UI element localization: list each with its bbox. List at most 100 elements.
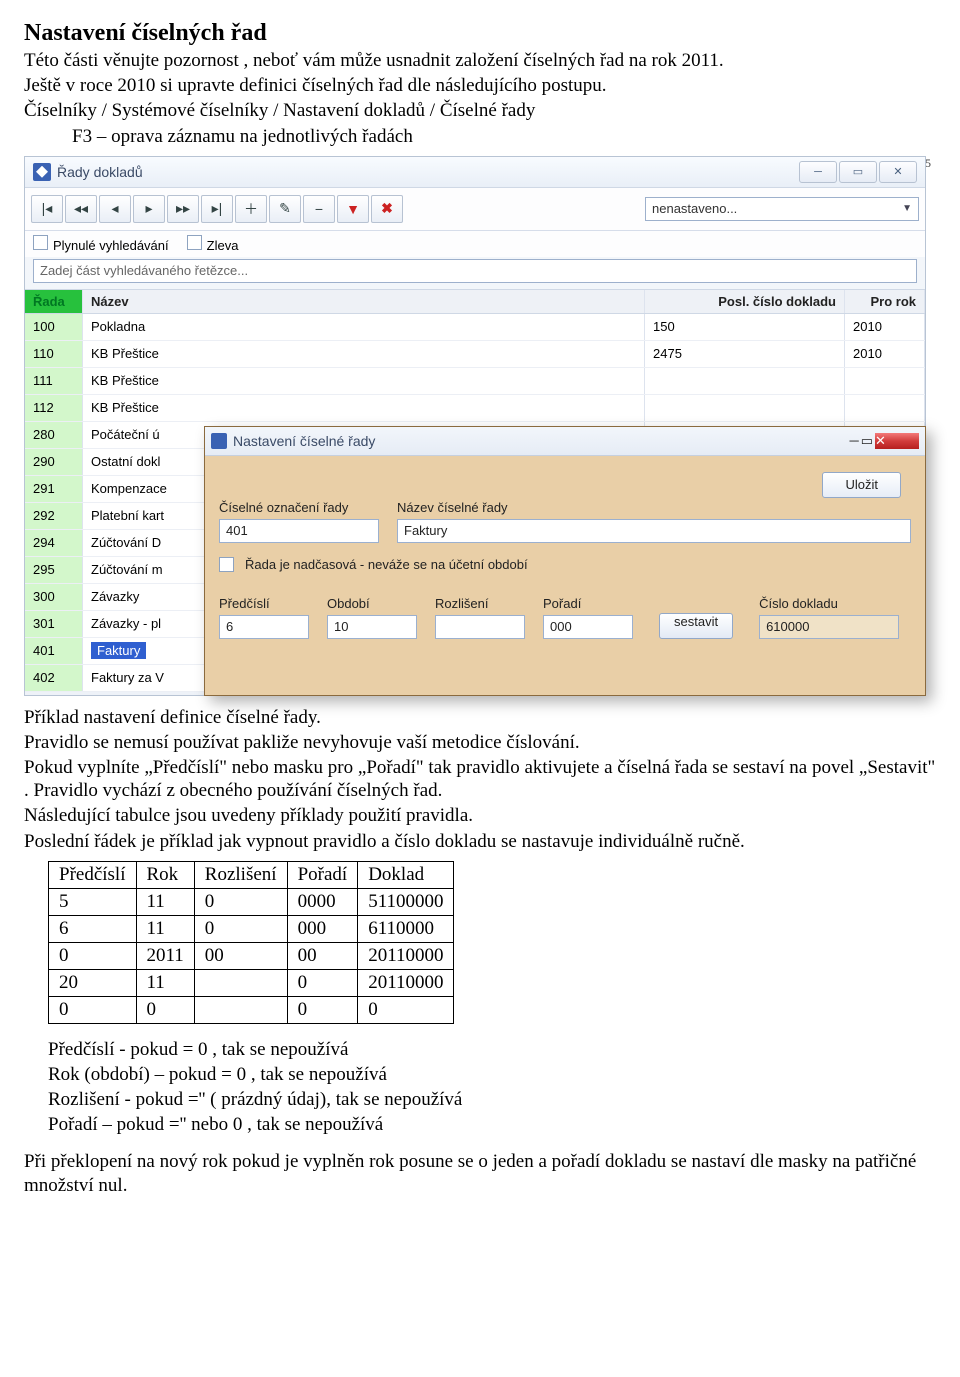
rules-p3: Rozlišení - pokud ='' ( prázdný údaj), t…: [48, 1088, 936, 1111]
table-cell: 0: [287, 996, 358, 1023]
intro-p1: Této části věnujte pozornost , neboť vám…: [24, 49, 936, 72]
table-row[interactable]: 112KB Přeštice: [25, 395, 925, 422]
docnum-field: 610000: [759, 615, 899, 639]
from-left-label: Zleva: [207, 238, 239, 253]
search-input[interactable]: Zadej část vyhledávaného řetězce...: [33, 259, 917, 283]
after-p1: Příklad nastavení definice číselné řady.: [24, 706, 936, 729]
screenshot-region: 15 Řady dokladů ─ ▭ ✕ |◂ ◂◂ ◂ ▸ ▸▸ ▸| ＋ …: [24, 156, 936, 696]
col-posl-cislo[interactable]: Posl. číslo dokladu: [645, 290, 845, 313]
lbl-order: Pořadí: [543, 596, 633, 611]
cell-posl: 150: [645, 314, 845, 340]
name-field[interactable]: Faktury: [397, 519, 911, 543]
order-field[interactable]: 000: [543, 615, 633, 639]
maximize-button[interactable]: ▭: [839, 161, 877, 183]
modal-minimize-button[interactable]: ─: [849, 433, 858, 449]
table-cell: 0: [287, 969, 358, 996]
filter-icon[interactable]: ▼: [337, 195, 369, 223]
smooth-search-checkbox[interactable]: Plynulé vyhledávání: [33, 235, 169, 253]
table-cell: 0: [358, 996, 454, 1023]
table-row[interactable]: 111KB Přeštice: [25, 368, 925, 395]
cell-rada: 110: [25, 341, 83, 367]
prefix-field[interactable]: 6: [219, 615, 309, 639]
page-title: Nastavení číselných řad: [24, 20, 936, 47]
table-cell: 0: [49, 996, 137, 1023]
cell-rada: 100: [25, 314, 83, 340]
table-cell: 11: [136, 915, 194, 942]
table-header: Rozlišení: [194, 861, 287, 888]
titlebar: Řady dokladů ─ ▭ ✕: [25, 157, 925, 188]
period-field[interactable]: 10: [327, 615, 417, 639]
table-row[interactable]: 100Pokladna1502010: [25, 314, 925, 341]
nav-prev-button[interactable]: ◂: [99, 195, 131, 223]
table-cell: 0: [194, 888, 287, 915]
smooth-search-label: Plynulé vyhledávání: [53, 238, 169, 253]
last-p: Při překlopení na nový rok pokud je vypl…: [24, 1150, 936, 1196]
rules-p4: Pořadí – pokud ='' nebo 0 , tak se nepou…: [48, 1113, 936, 1136]
code-field[interactable]: 401: [219, 519, 379, 543]
cell-nazev: KB Přeštice: [83, 395, 645, 421]
cell-rada: 292: [25, 503, 83, 529]
hotkey-note: F3 – oprava záznamu na jednotlivých řadá…: [24, 125, 936, 148]
sestavit-button[interactable]: sestavit: [659, 613, 733, 639]
table-cell: 5: [49, 888, 137, 915]
table-cell: 0: [49, 942, 137, 969]
cell-rada: 300: [25, 584, 83, 610]
table-cell: 6110000: [358, 915, 454, 942]
app-icon: [33, 163, 51, 181]
example-table: PředčíslíRokRozlišeníPořadíDoklad 511000…: [48, 861, 454, 1024]
from-left-checkbox[interactable]: Zleva: [187, 235, 239, 253]
filter-combo-value: nenastaveno...: [652, 201, 737, 216]
col-nazev[interactable]: Název: [83, 290, 645, 313]
table-row[interactable]: 110KB Přeštice24752010: [25, 341, 925, 368]
cell-rada: 111: [25, 368, 83, 394]
close-button[interactable]: ✕: [879, 161, 917, 183]
table-cell: [194, 996, 287, 1023]
table-cell: 51100000: [358, 888, 454, 915]
clear-filter-icon[interactable]: ✖: [371, 195, 403, 223]
table-row: 2011020110000: [49, 969, 454, 996]
nav-next-button[interactable]: ▸: [133, 195, 165, 223]
save-button[interactable]: Uložit: [822, 472, 901, 498]
nav-last-button[interactable]: ▸|: [201, 195, 233, 223]
modal-maximize-button[interactable]: ▭: [861, 433, 873, 449]
minimize-button[interactable]: ─: [799, 161, 837, 183]
lbl-split: Rozlišení: [435, 596, 525, 611]
table-cell: 20110000: [358, 942, 454, 969]
table-header: Předčíslí: [49, 861, 137, 888]
cell-rada: 295: [25, 557, 83, 583]
table-row: 02011000020110000: [49, 942, 454, 969]
col-rada[interactable]: Řada: [25, 290, 83, 313]
rules-p1: Předčíslí - pokud = 0 , tak se nepoužívá: [48, 1038, 936, 1061]
table-cell: 11: [136, 888, 194, 915]
split-field[interactable]: [435, 615, 525, 639]
edit-button[interactable]: ✎: [269, 195, 301, 223]
chevron-down-icon: ▼: [902, 203, 912, 214]
toolbar: |◂ ◂◂ ◂ ▸ ▸▸ ▸| ＋ ✎ − ▼ ✖ nenastaveno...…: [25, 188, 925, 231]
table-cell: 000: [287, 915, 358, 942]
table-cell: 20: [49, 969, 137, 996]
after-p5: Poslední řádek je příklad jak vypnout pr…: [24, 830, 936, 853]
add-button[interactable]: ＋: [235, 195, 267, 223]
cell-rada: 291: [25, 476, 83, 502]
delete-button[interactable]: −: [303, 195, 335, 223]
nav-first-button[interactable]: |◂: [31, 195, 63, 223]
modal-close-button[interactable]: ✕: [875, 433, 919, 449]
nav-next-page-button[interactable]: ▸▸: [167, 195, 199, 223]
table-header: Rok: [136, 861, 194, 888]
after-p3: Pokud vyplníte „Předčíslí" nebo masku pr…: [24, 756, 936, 802]
cell-rada: 290: [25, 449, 83, 475]
lbl-prefix: Předčíslí: [219, 596, 309, 611]
grid-header: Řada Název Posl. číslo dokladu Pro rok: [25, 289, 925, 314]
modal-app-icon: [211, 433, 227, 449]
table-row: 5110000051100000: [49, 888, 454, 915]
cell-posl: [645, 368, 845, 394]
nav-prev-page-button[interactable]: ◂◂: [65, 195, 97, 223]
table-header: Pořadí: [287, 861, 358, 888]
nastaveni-rady-modal: Nastavení číselné řady ─ ▭ ✕ Uložit Číse…: [204, 426, 926, 696]
cell-rada: 401: [25, 638, 83, 664]
timeless-checkbox[interactable]: [219, 557, 234, 572]
filter-combo[interactable]: nenastaveno... ▼: [645, 197, 919, 221]
col-pro-rok[interactable]: Pro rok: [845, 290, 925, 313]
table-row: 61100006110000: [49, 915, 454, 942]
cell-rok: 2010: [845, 314, 925, 340]
